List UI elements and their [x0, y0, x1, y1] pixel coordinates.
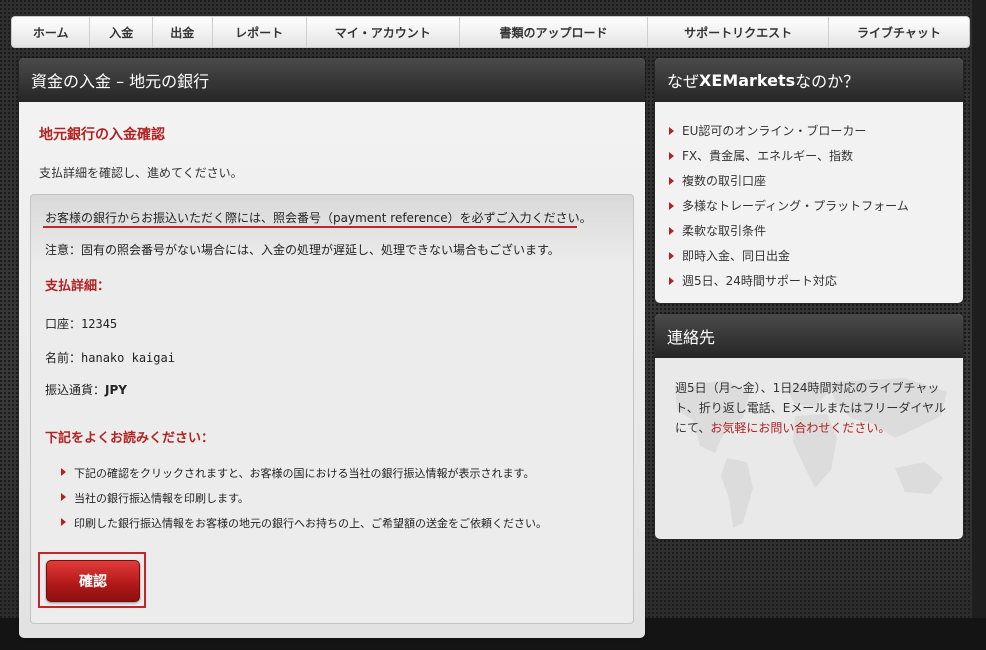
arrow-right-icon: [61, 468, 66, 476]
details-heading: 支払詳細：: [45, 279, 111, 294]
list-item: 即時入金、同日出金: [669, 243, 963, 268]
list-item: 柔軟な取引条件: [669, 218, 963, 243]
brand-name: XEMarkets: [699, 70, 796, 90]
list-item: 多様なトレーディング・プラットフォーム: [669, 193, 963, 218]
top-nav: ホーム 入金 出金 レポート マイ・アカウント 書類のアップロード サポートリク…: [11, 16, 970, 48]
account-field: 口座：12345: [45, 315, 117, 332]
list-item-text: 下記の確認をクリックされますと、お客様の国における当社の銀行振込情報が表示されま…: [74, 467, 535, 480]
arrow-right-icon: [669, 151, 674, 160]
arrow-right-icon: [669, 201, 674, 210]
list-item: 下記の確認をクリックされますと、お客様の国における当社の銀行振込情報が表示されま…: [61, 465, 547, 490]
list-item: 複数の取引口座: [669, 168, 963, 193]
nav-document-upload[interactable]: 書類のアップロード: [460, 17, 649, 47]
why-panel: なぜ XEMarkets なのか？ EU認可のオンライン・ブローカー FX、貴金属、…: [655, 58, 963, 303]
nav-withdraw[interactable]: 出金: [153, 17, 213, 47]
contact-panel: 連絡先 週5日（月～金）、1日24時間対応のライブチャット、折り返し電話、Eメー…: [655, 314, 963, 539]
nav-deposit[interactable]: 入金: [90, 17, 153, 47]
currency-value: JPY: [105, 383, 127, 397]
contact-description: 週5日（月～金）、1日24時間対応のライブチャット、折り返し電話、Eメールまたは…: [675, 378, 955, 438]
confirm-subtitle: 地元銀行の入金確認: [39, 127, 165, 143]
list-item-text: 印刷した銀行振込情報をお客様の地元の銀行へお持ちの上、ご希望額の送金をご依頼くだ…: [74, 517, 547, 530]
list-item-text: 当社の銀行振込情報を印刷します。: [74, 492, 249, 505]
read-carefully-heading: 下記をよくお読みください：: [45, 431, 215, 446]
nav-home[interactable]: ホーム: [12, 17, 91, 47]
reference-notice: お客様の銀行からお振込いただく際には、照会番号（payment referenc…: [45, 211, 592, 225]
currency-field: 振込通貨：JPY: [45, 381, 127, 398]
confirm-button[interactable]: 確認: [46, 560, 140, 602]
list-item: EU認可のオンライン・ブローカー: [669, 118, 963, 143]
list-item-text: 即時入金、同日出金: [682, 249, 791, 263]
name-value: hanako kaigai: [81, 351, 175, 365]
payment-details-box: お客様の銀行からお振込いただく際には、照会番号（payment referenc…: [30, 194, 634, 624]
name-label: 名前：: [45, 351, 82, 365]
why-panel-title: なぜ XEMarkets なのか？: [655, 58, 963, 102]
list-item-text: 複数の取引口座: [682, 174, 767, 188]
arrow-right-icon: [669, 176, 674, 185]
list-item: 週5日、24時間サポート対応: [669, 268, 963, 293]
arrow-right-icon: [669, 276, 674, 285]
deposit-panel: 資金の入金 – 地元の銀行 地元銀行の入金確認 支払詳細を確認し、進めてください…: [19, 58, 645, 638]
account-value: 12345: [81, 317, 118, 331]
intro-text: 支払詳細を確認し、進めてください。: [39, 166, 243, 180]
list-item-text: 柔軟な取引条件: [682, 224, 767, 238]
list-item-text: 週5日、24時間サポート対応: [682, 274, 837, 288]
name-field: 名前：hanako kaigai: [45, 349, 175, 366]
why-title-prefix: なぜ: [667, 72, 700, 91]
nav-report[interactable]: レポート: [213, 17, 307, 47]
currency-label: 振込通貨：: [45, 383, 106, 397]
nav-live-chat[interactable]: ライブチャット: [829, 17, 969, 47]
list-item: FX、貴金属、エネルギー、指数: [669, 143, 963, 168]
reference-note: 注意：固有の照会番号がない場合には、入金の処理が遅延し、処理できない場合もござい…: [45, 243, 560, 257]
list-item: 当社の銀行振込情報を印刷します。: [61, 490, 547, 515]
why-list: EU認可のオンライン・ブローカー FX、貴金属、エネルギー、指数 複数の取引口座…: [655, 102, 963, 293]
why-title-suffix: なのか？: [795, 72, 860, 91]
arrow-right-icon: [61, 493, 66, 501]
nav-my-account[interactable]: マイ・アカウント: [307, 17, 460, 47]
contact-panel-title: 連絡先: [655, 314, 963, 358]
arrow-right-icon: [669, 226, 674, 235]
notice-underline: [43, 226, 577, 228]
arrow-right-icon: [669, 251, 674, 260]
contact-us-link[interactable]: お気軽にお問い合わせください。: [710, 421, 890, 435]
confirm-button-highlight: 確認: [38, 552, 146, 608]
arrow-right-icon: [669, 126, 674, 135]
list-item-text: EU認可のオンライン・ブローカー: [682, 124, 867, 138]
account-label: 口座：: [45, 317, 82, 331]
arrow-right-icon: [61, 518, 66, 526]
scrollbar-track[interactable]: [972, 0, 986, 618]
list-item-text: FX、貴金属、エネルギー、指数: [682, 149, 854, 163]
instruction-list: 下記の確認をクリックされますと、お客様の国における当社の銀行振込情報が表示されま…: [61, 465, 547, 540]
list-item: 印刷した銀行振込情報をお客様の地元の銀行へお持ちの上、ご希望額の送金をご依頼くだ…: [61, 515, 547, 540]
nav-support-request[interactable]: サポートリクエスト: [648, 17, 830, 47]
list-item-text: 多様なトレーディング・プラットフォーム: [682, 199, 909, 213]
deposit-panel-title: 資金の入金 – 地元の銀行: [19, 58, 645, 102]
